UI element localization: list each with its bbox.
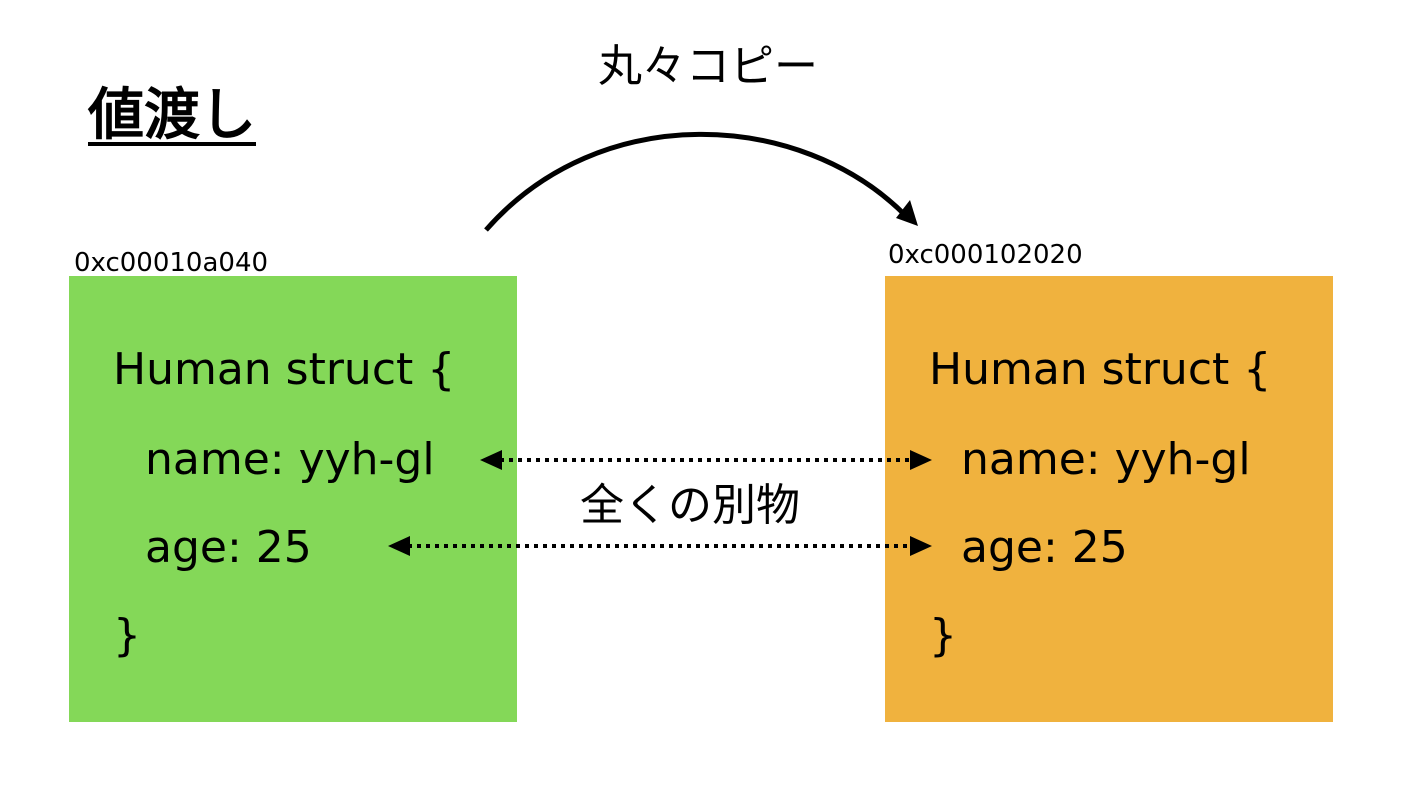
copy-arrow xyxy=(484,131,907,232)
left-name-field: name: yyh-gl xyxy=(145,434,435,485)
slide-title: 値渡し xyxy=(88,83,256,148)
right-struct-box: Human struct { name: yyh-gl age: 25 } xyxy=(885,276,1333,722)
left-struct-header: Human struct { xyxy=(113,344,456,395)
left-struct-box: Human struct { name: yyh-gl age: 25 } xyxy=(69,276,517,722)
right-struct-header: Human struct { xyxy=(929,344,1272,395)
copy-arrowhead xyxy=(896,200,918,226)
right-age-field: age: 25 xyxy=(961,522,1128,573)
right-struct-close: } xyxy=(929,610,957,661)
left-age-field: age: 25 xyxy=(145,522,312,573)
difference-label: 全くの別物 xyxy=(580,480,800,531)
left-struct-close: } xyxy=(113,610,141,661)
copy-label: 丸々コピー xyxy=(598,41,818,92)
left-address: 0xc00010a040 xyxy=(74,248,269,278)
right-name-field: name: yyh-gl xyxy=(961,434,1251,485)
right-address: 0xc000102020 xyxy=(888,240,1083,270)
